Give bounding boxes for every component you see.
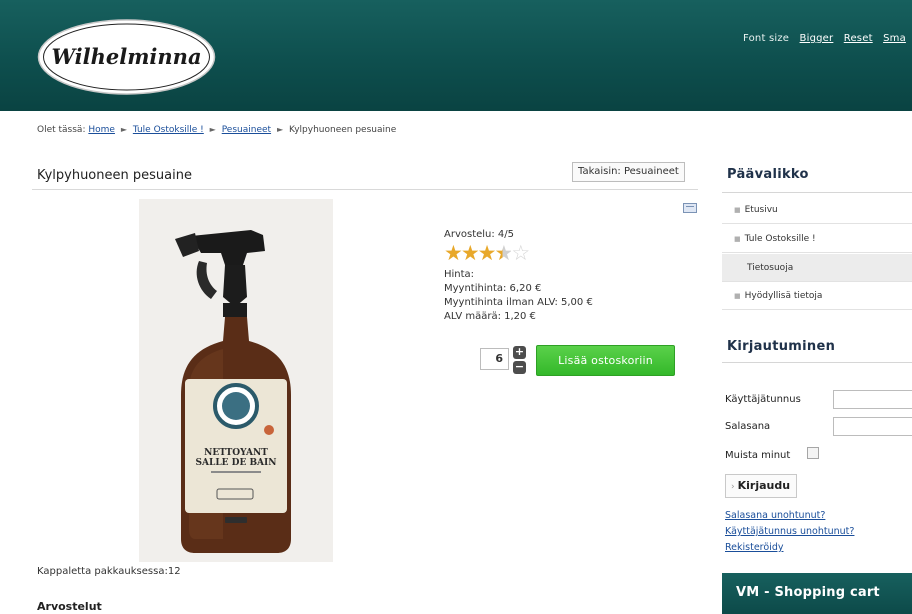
menu-item-label: Tietosuoja xyxy=(747,263,794,273)
rating-stars: ★ ★ ★ ★ ☆ xyxy=(444,241,530,265)
menu-item-home[interactable]: ■ Etusivu xyxy=(722,196,912,224)
forgot-username-link[interactable]: Käyttäjätunnus unohtunut? xyxy=(725,526,854,537)
menu-item-useful-info[interactable]: ■ Hyödyllisä tietoja xyxy=(722,282,912,310)
rating-label: Arvostelu: 4/5 xyxy=(444,229,515,240)
font-size-label: Font size xyxy=(743,33,790,44)
quantity-plus-icon[interactable]: + xyxy=(513,346,526,359)
menu-item-label: Hyödyllisä tietoja xyxy=(744,291,823,301)
remember-me-checkbox[interactable] xyxy=(807,447,819,459)
site-logo[interactable]: Wilhelminna xyxy=(36,16,217,98)
breadcrumb-detergents[interactable]: Pesuaineet xyxy=(222,125,271,135)
font-smaller-link[interactable]: Sma xyxy=(883,33,906,44)
login-divider xyxy=(722,362,912,363)
login-button[interactable]: › Kirjaudu xyxy=(725,474,797,498)
register-link[interactable]: Rekisteröidy xyxy=(725,542,783,553)
bottle-label-line1: NETTOYANT xyxy=(204,448,268,458)
breadcrumb-separator-icon: ► xyxy=(120,125,127,134)
price-block: Hinta: Myyntihinta: 6,20 € Myyntihinta i… xyxy=(444,268,593,324)
shopping-cart-module: VM - Shopping cart xyxy=(722,573,912,614)
breadcrumb-current: Kylpyhuoneen pesuaine xyxy=(288,125,397,135)
star-full-icon: ★ xyxy=(444,241,463,265)
font-bigger-link[interactable]: Bigger xyxy=(800,33,834,44)
reviews-heading: Arvostelut xyxy=(37,600,102,613)
price-ex-vat: Myyntihinta ilman ALV: 5,00 € xyxy=(444,297,593,308)
font-reset-link[interactable]: Reset xyxy=(844,33,873,44)
product-image[interactable]: NETTOYANT SALLE DE BAIN xyxy=(139,199,333,562)
menu-item-shop[interactable]: ■ Tule Ostoksille ! xyxy=(722,225,912,253)
bullet-icon: ■ xyxy=(734,235,741,243)
price-heading: Hinta: xyxy=(444,269,475,280)
forgot-password-link[interactable]: Salasana unohtunut? xyxy=(725,510,825,521)
main-menu-divider xyxy=(722,192,912,193)
breadcrumb-home[interactable]: Home xyxy=(88,125,115,135)
menu-item-label: Etusivu xyxy=(744,205,778,215)
vat-amount: ALV määrä: 1,20 € xyxy=(444,311,536,322)
quantity-minus-icon[interactable]: − xyxy=(513,361,526,374)
quantity-input[interactable]: 6 xyxy=(480,348,509,370)
breadcrumb-separator-icon: ► xyxy=(276,125,284,134)
add-to-cart-button[interactable]: Lisää ostoskoriin xyxy=(536,345,675,376)
bottle-label-line2: SALLE DE BAIN xyxy=(196,458,277,468)
breadcrumb: Olet tässä: Home ► Tule Ostoksille ! ► P… xyxy=(37,125,396,135)
remember-me-label: Muista minut xyxy=(725,450,791,461)
breadcrumb-prefix: Olet tässä: xyxy=(37,125,86,135)
back-to-category-button[interactable]: Takaisin: Pesuaineet xyxy=(572,162,685,182)
logo-text: Wilhelminna xyxy=(51,44,201,69)
star-half-icon: ★ xyxy=(494,241,513,265)
menu-item-label: Tule Ostoksille ! xyxy=(744,234,816,244)
sale-price: Myyntihinta: 6,20 € xyxy=(444,283,542,294)
bullet-icon: ■ xyxy=(734,292,741,300)
chevron-right-icon: › xyxy=(731,482,735,492)
product-title: Kylpyhuoneen pesuaine xyxy=(37,168,192,183)
main-menu-heading: Päävalikko xyxy=(727,167,809,182)
site-header: Wilhelminna Font size Bigger Reset Sma xyxy=(0,0,912,111)
menu-item-privacy[interactable]: Tietosuoja xyxy=(722,254,912,282)
breadcrumb-separator-icon: ► xyxy=(209,125,216,134)
breadcrumb-shop[interactable]: Tule Ostoksille ! xyxy=(133,125,204,135)
email-icon[interactable] xyxy=(683,203,697,213)
bullet-icon: ■ xyxy=(734,206,741,214)
shopping-cart-heading: VM - Shopping cart xyxy=(736,585,880,600)
username-label: Käyttäjätunnus xyxy=(725,394,801,405)
login-heading: Kirjautuminen xyxy=(727,339,836,354)
username-input[interactable] xyxy=(833,390,912,409)
units-per-pack: Kappaletta pakkauksessa:12 xyxy=(37,566,181,577)
star-empty-icon: ☆ xyxy=(511,241,530,265)
password-input[interactable] xyxy=(833,417,912,436)
title-divider xyxy=(32,189,698,190)
password-label: Salasana xyxy=(725,421,771,432)
star-full-icon: ★ xyxy=(477,241,497,265)
star-full-icon: ★ xyxy=(460,241,480,265)
font-size-controls: Font size Bigger Reset Sma xyxy=(743,33,906,44)
login-button-label: Kirjaudu xyxy=(737,479,791,492)
